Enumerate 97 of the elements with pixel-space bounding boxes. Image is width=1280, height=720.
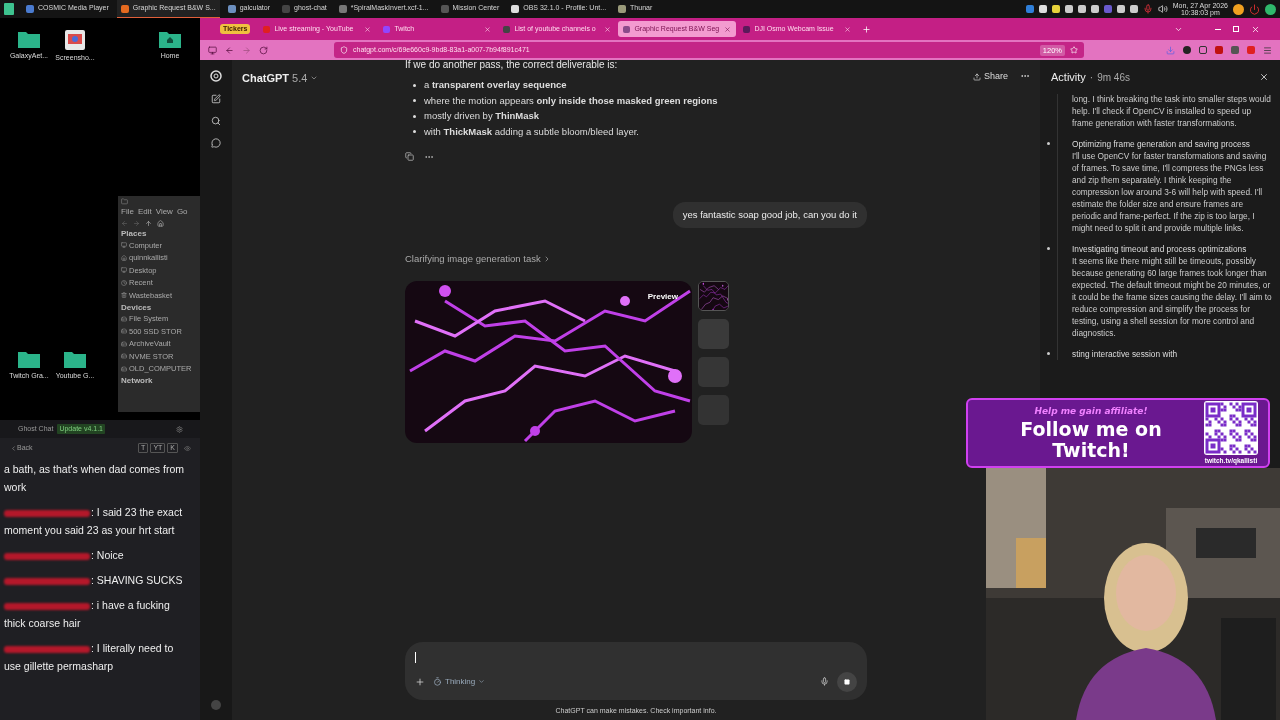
chat-message: : Noice [4, 546, 197, 564]
place-icon [121, 242, 127, 249]
microphone-icon[interactable] [820, 677, 829, 686]
back-icon[interactable] [225, 45, 234, 55]
panel-title: Activity [1051, 69, 1086, 85]
stop-icon [844, 678, 850, 685]
logo-icon[interactable] [210, 70, 222, 82]
sidebar-heading: Network [121, 375, 154, 386]
app-icon [440, 4, 449, 13]
banner-title: Follow me on Twitch! [1019, 418, 1163, 461]
tab-favicon [263, 25, 271, 33]
drive-icon [121, 340, 127, 347]
copy-icon[interactable] [405, 152, 414, 161]
app-icon [26, 4, 34, 13]
new-chat-icon[interactable] [211, 94, 221, 104]
place-icon [121, 279, 127, 286]
text-cursor [415, 652, 416, 663]
chevron-icon [478, 678, 486, 685]
folder-icon [121, 198, 128, 205]
app-icon [227, 4, 236, 13]
reload-icon[interactable] [259, 45, 268, 55]
tab-favicon [503, 25, 511, 33]
new-tab-icon[interactable] [862, 24, 872, 34]
minimize-icon[interactable] [1215, 28, 1221, 30]
drive-icon [121, 315, 127, 322]
chat-message: : SHAVING SUCKS [4, 571, 197, 589]
microphone-icon[interactable] [1142, 4, 1153, 14]
timer-icon [433, 677, 442, 686]
drive-icon [121, 353, 127, 360]
home-icon[interactable] [157, 220, 164, 227]
user-message: yes fantastic soap good job, can you do it [672, 201, 867, 228]
shield-icon [340, 46, 348, 54]
tab-favicon [383, 25, 391, 33]
close-icon[interactable] [1259, 72, 1269, 82]
app-icon [618, 4, 627, 13]
menu-item[interactable]: View [155, 206, 173, 218]
qr-code [1204, 400, 1258, 455]
menu-item[interactable]: File [121, 206, 134, 218]
duration: 9m 46s [1097, 70, 1130, 85]
thumbnail-placeholder[interactable] [698, 319, 729, 349]
step-title: Investigating timeout and process optimizations [1072, 243, 1248, 255]
bullet-text: with ThickMask adding a subtle bloom/bleed layer. [424, 125, 639, 138]
chat-message: : I said 23 the exact moment you said 23 as your hrt start [4, 505, 184, 538]
model-selector[interactable]: ChatGPT 5.4 [242, 70, 319, 87]
mode-selector[interactable]: Thinking [433, 675, 486, 688]
drive-icon [121, 365, 127, 372]
visibility-icon[interactable] [184, 444, 191, 452]
power-icon[interactable] [1249, 3, 1260, 15]
bullet-text: a transparent overlay sequence [424, 79, 567, 91]
folder-icon[interactable] [18, 30, 40, 48]
preview-label: Preview [647, 291, 678, 303]
step-text: It seems like there might still be timeouts, possibly because generating 60 large frames took longer than expected. The default timeout might be 20 minutes, or it could be the frame sizes causing the delay. I'll aim to reduce compression and simplify the process for testing, using a shell session for more control and diagnostics. [1072, 255, 1272, 339]
home-folder-icon[interactable] [159, 30, 181, 48]
place-icon [121, 267, 127, 274]
stop-button[interactable] [837, 671, 857, 692]
sidebar-heading: Devices [121, 301, 153, 313]
app-icon [282, 4, 291, 13]
share-button[interactable]: Share [972, 70, 1008, 84]
maximize-icon[interactable] [1233, 26, 1239, 32]
model-version: 5.4 [292, 71, 308, 86]
place-icon [121, 254, 127, 261]
tab-favicon [743, 25, 751, 33]
assistant-text: If we do another pass, the correct deliverable is: [405, 59, 619, 71]
app-icon [511, 4, 520, 13]
volume-icon[interactable] [1157, 4, 1168, 14]
separator-dot: · [1089, 70, 1094, 85]
step-text: I'll use OpenCV for faster transformations and saving of frames. To save time, I'll compress the PNGs less and zip them separately. I think keeping the compression low around 3-6 will help with speed. I'll estimate the folder size and ensure frames are periodic and frame-perfect. If the zip is too large, I might need to split it and provide multiple links. [1072, 150, 1268, 234]
chat-message: a bath, as that's when dad comes from work [4, 462, 186, 495]
sidebar-heading: Places [121, 228, 148, 239]
chat-message: : i have a fucking thick coarse hair [4, 598, 171, 631]
step-title: Optimizing frame generation and saving process [1072, 138, 1251, 150]
step-title: sting interactive session with [1072, 348, 1179, 360]
search-icon[interactable] [211, 116, 221, 126]
bullet-text: mostly driven by ThinMask [424, 110, 540, 122]
app-icon [338, 4, 347, 13]
place-icon [121, 292, 127, 299]
drive-icon [121, 328, 127, 335]
menu-item[interactable]: Go [176, 206, 188, 218]
chevron-icon [10, 444, 17, 452]
folder-icon[interactable] [18, 350, 40, 368]
step-text: long. I think breaking the task into smaller steps would help. I'll check if OpenCV is installed to speed up frame generation with faster transformations. [1072, 93, 1272, 129]
menu-icon[interactable] [1263, 45, 1272, 55]
up-icon[interactable] [145, 220, 152, 227]
chat-message: : I literally need to use gillette permasharp [4, 641, 175, 674]
chat-bubble-icon[interactable] [211, 138, 221, 148]
share-icon [972, 72, 981, 81]
bookmark-icon[interactable] [1070, 46, 1078, 54]
folder-icon[interactable] [64, 350, 86, 368]
app-icon [120, 4, 129, 13]
thinking-toggle[interactable]: Clarifying image generation task [405, 251, 551, 266]
sidebar-icon[interactable] [208, 45, 217, 55]
menu-item[interactable]: Edit [137, 206, 152, 218]
image-file-icon[interactable] [65, 30, 85, 50]
tab-favicon [623, 25, 631, 33]
bullet-text: where the motion appears only inside those masked green regions [424, 94, 718, 107]
attach-icon[interactable] [415, 676, 425, 687]
banner-tagline: Help me gain affiliate! [1034, 405, 1148, 419]
